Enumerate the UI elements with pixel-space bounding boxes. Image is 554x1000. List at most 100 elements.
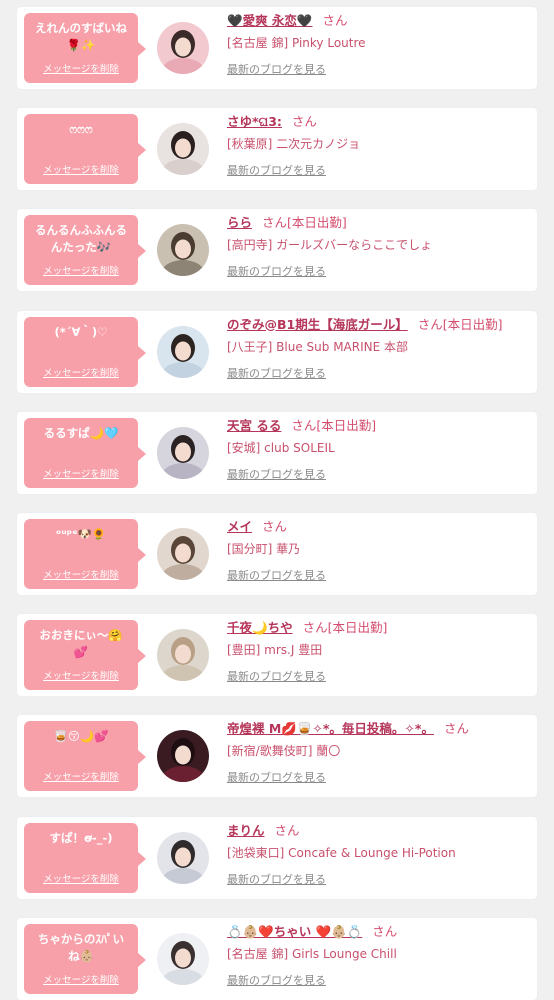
honorific: さん	[414, 317, 443, 332]
message-bubble: えれんのすばいね 🌹✨ メッセージを削除	[24, 13, 146, 83]
message-text: ෆෆෆ	[69, 122, 93, 137]
cast-name-link[interactable]: 帝煌裸 M💋🥃✧*。毎日投稿。✧*。	[227, 721, 434, 736]
delete-message-link[interactable]: メッセージを削除	[24, 365, 138, 379]
latest-blog-link[interactable]: 最新のブログを見る	[227, 973, 533, 989]
shop-name: [高円寺] ガールズバーならここでしょ	[227, 238, 433, 253]
message-text: えれんのすばいね 🌹✨	[35, 21, 127, 52]
avatar[interactable]	[157, 325, 209, 378]
profile-info: メイ さん [国分町] 華乃最新のブログを見る	[227, 518, 533, 584]
cast-name-link[interactable]: メイ	[227, 519, 252, 534]
honorific-text: さん	[291, 417, 317, 433]
cast-name-link[interactable]: 🖤愛爽 永恋🖤	[227, 13, 312, 28]
cast-name-link[interactable]: まりん	[227, 823, 265, 838]
honorific: さん	[299, 620, 328, 635]
shop-name: [名古屋 錦] Pinky Loutre	[227, 36, 366, 50]
latest-blog-link[interactable]: 最新のブログを見る	[227, 770, 533, 786]
shop-name: [名古屋 錦] Girls Lounge Chill	[227, 946, 397, 961]
avatar[interactable]	[157, 730, 209, 783]
avatar[interactable]	[157, 22, 209, 74]
delete-message-link[interactable]: メッセージを削除	[24, 263, 138, 277]
shop-name: [豊田] mrs.J 豊田	[227, 643, 323, 658]
profile-info: さゆ*ଘ3: さん [秋葉原] 二次元カノジョ最新のブログを見る	[227, 113, 533, 179]
shop-name: [安城] club SOLEIL	[227, 440, 335, 455]
list-item: (*´∀｀)♡ メッセージを削除 のぞみ@B1期生【海底ガール】 さん[本日出勤] […	[17, 310, 537, 393]
message-list: えれんのすばいね 🌹✨ メッセージを削除 🖤愛爽 永恋🖤 さん [名古屋 錦] Pin…	[0, 0, 554, 1000]
cast-name-link[interactable]: 天宮 るる	[227, 418, 281, 433]
list-item: おおきにぃ〜🤗 💕 メッセージを削除 千夜🌙ちや さん[本日出勤] [豊田] mrs.…	[17, 614, 537, 697]
shop-name: [八王子] Blue Sub MARINE 本部	[227, 339, 409, 354]
cast-name-link[interactable]: のぞみ@B1期生【海底ガール】	[227, 317, 408, 332]
list-item: ちゃからのｽﾊﾟい ね👶🏼 メッセージを削除 💍👶🏼❤️ちゃい ❤️👶🏼💍 さん [名…	[17, 917, 537, 1000]
list-item: 🥃😚🌙💕 メッセージを削除 帝煌裸 M💋🥃✧*。毎日投稿。✧*。 さん [新宿/歌舞伎…	[17, 715, 537, 798]
profile-info: 💍👶🏼❤️ちゃい ❤️👶🏼💍 さん [名古屋 錦] Girls Lounge Ch…	[227, 923, 533, 989]
cast-name-link[interactable]: 💍👶🏼❤️ちゃい ❤️👶🏼💍	[227, 924, 362, 939]
avatar[interactable]	[157, 426, 209, 479]
message-bubble: ᵒᵘᵖᵉ🐶🌻 メッセージを削除	[24, 519, 146, 589]
avatar[interactable]	[157, 224, 209, 277]
message-bubble: 🥃😚🌙💕 メッセージを削除	[24, 721, 146, 792]
message-text: るるすぱ🌙🩵	[43, 425, 119, 440]
delete-message-link[interactable]: メッセージを削除	[24, 871, 138, 885]
latest-blog-link[interactable]: 最新のブログを見る	[227, 62, 533, 78]
status-badge: [本日出勤]	[327, 620, 388, 636]
avatar[interactable]	[157, 932, 209, 985]
delete-message-link[interactable]: メッセージを削除	[24, 61, 138, 75]
honorific: さん	[258, 215, 287, 230]
message-bubble: るんるんふふんる んたった🎶 メッセージを削除	[24, 215, 146, 286]
avatar[interactable]	[157, 629, 209, 682]
avatar[interactable]	[157, 831, 209, 884]
profile-info: 🖤愛爽 永恋🖤 さん [名古屋 錦] Pinky Loutre 最新のブログを見る	[227, 12, 533, 78]
profile-info: のぞみ@B1期生【海底ガール】 さん[本日出勤] [八王子] Blue Sub M…	[227, 316, 533, 382]
avatar[interactable]	[157, 123, 209, 176]
honorific-text: さん	[274, 822, 300, 838]
cast-name-link[interactable]: 千夜🌙ちや	[227, 620, 293, 635]
status-badge: [本日出勤]	[442, 316, 503, 332]
latest-blog-link[interactable]: 最新のブログを見る	[227, 467, 533, 483]
latest-blog-link[interactable]: 最新のブログを見る	[227, 264, 533, 280]
honorific-text: さん	[443, 721, 469, 737]
honorific: さん	[288, 114, 317, 129]
latest-blog-link[interactable]: 最新のブログを見る	[227, 872, 533, 888]
cast-name-link[interactable]: さゆ*ଘ3:	[227, 114, 282, 129]
profile-info: らら さん[本日出勤] [高円寺] ガールズバーならここでしょ 最新のブログを見る	[227, 214, 533, 280]
list-item: るるすぱ🌙🩵 メッセージを削除 天宮 るる さん[本日出勤] [安城] club SO…	[17, 411, 537, 494]
latest-blog-link[interactable]: 最新のブログを見る	[227, 669, 533, 685]
avatar[interactable]	[157, 528, 209, 580]
latest-blog-link[interactable]: 最新のブログを見る	[227, 568, 533, 584]
honorific: さん	[287, 418, 316, 433]
profile-info: まりん さん [池袋東口] Concafe & Lounge Hi-Potion 最…	[227, 822, 533, 888]
delete-message-link[interactable]: メッセージを削除	[24, 668, 138, 682]
message-text: るんるんふふんる んたった🎶	[35, 223, 127, 255]
profile-info: 天宮 るる さん[本日出勤] [安城] club SOLEIL 最新のブログを見る	[227, 417, 533, 483]
delete-message-link[interactable]: メッセージを削除	[24, 466, 138, 480]
shop-name: [秋葉原] 二次元カノジョ	[227, 137, 361, 152]
status-badge: [本日出勤]	[316, 417, 377, 433]
delete-message-link[interactable]: メッセージを削除	[24, 972, 138, 986]
list-item: るんるんふふんる んたった🎶 メッセージを削除 らら さん[本日出勤] [高円寺] ガ…	[17, 209, 537, 292]
profile-info: 千夜🌙ちや さん[本日出勤] [豊田] mrs.J 豊田最新のブログを見る	[227, 619, 533, 685]
honorific: さん	[271, 823, 300, 838]
honorific-text: さん	[322, 13, 348, 28]
honorific-text: さん	[302, 620, 328, 636]
message-text: (*´∀｀)♡	[54, 324, 108, 339]
message-bubble: すぱ！ơ̴-_-) メッセージを削除	[24, 822, 146, 893]
message-bubble: ちゃからのｽﾊﾟい ね👶🏼 メッセージを削除	[24, 923, 146, 994]
message-bubble: (*´∀｀)♡ メッセージを削除	[24, 316, 146, 387]
latest-blog-link[interactable]: 最新のブログを見る	[227, 366, 533, 382]
shop-name: [国分町] 華乃	[227, 542, 301, 556]
delete-message-link[interactable]: メッセージを削除	[24, 567, 138, 581]
message-text: おおきにぃ〜🤗 💕	[39, 628, 123, 660]
delete-message-link[interactable]: メッセージを削除	[24, 162, 138, 176]
message-text: ᵒᵘᵖᵉ🐶🌻	[55, 527, 107, 541]
honorific: さん	[318, 13, 347, 28]
message-text: ちゃからのｽﾊﾟい ね👶🏼	[37, 931, 125, 963]
honorific: さん	[368, 924, 397, 939]
honorific-text: さん	[262, 519, 288, 534]
delete-message-link[interactable]: メッセージを削除	[24, 769, 138, 783]
message-text: 🥃😚🌙💕	[53, 729, 109, 744]
latest-blog-link[interactable]: 最新のブログを見る	[227, 163, 533, 179]
message-bubble: るるすぱ🌙🩵 メッセージを削除	[24, 417, 146, 488]
cast-name-link[interactable]: らら	[227, 215, 252, 230]
list-item: ෆෆෆ メッセージを削除 さゆ*ଘ3: さん [秋葉原] 二次元カノジョ最新のブログを…	[17, 108, 537, 191]
honorific-text: さん	[372, 923, 398, 939]
